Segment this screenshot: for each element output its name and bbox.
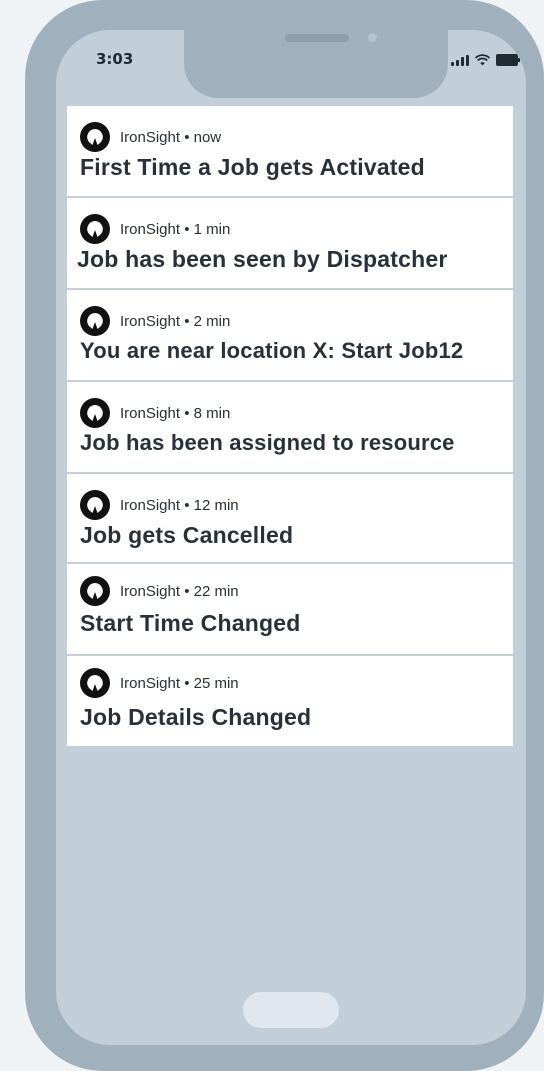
notification-meta: IronSight • 2 min: [80, 306, 230, 336]
ironsight-app-icon: [80, 490, 110, 520]
wifi-icon: [475, 54, 490, 66]
notification-card[interactable]: IronSight • 25 min Job Details Changed: [67, 656, 513, 746]
notification-source-time: IronSight • 12 min: [120, 496, 239, 514]
notification-card[interactable]: IronSight • 12 min Job gets Cancelled: [67, 474, 513, 562]
notification-title: Job has been assigned to resource: [80, 430, 455, 455]
notification-source-time: IronSight • 8 min: [120, 404, 231, 422]
ironsight-app-icon: [80, 122, 110, 152]
home-indicator[interactable]: [243, 992, 339, 1028]
notification-card[interactable]: IronSight • now First Time a Job gets Ac…: [67, 106, 513, 196]
notification-source-time: IronSight • now: [120, 128, 222, 146]
status-icons: [451, 54, 520, 66]
ironsight-app-icon: [80, 398, 110, 428]
notification-source-time: IronSight • 2 min: [120, 312, 231, 330]
notification-meta: IronSight • 1 min: [80, 214, 230, 244]
ironsight-app-icon: [80, 576, 110, 606]
notification-source-time: IronSight • 1 min: [120, 220, 231, 238]
notification-meta: IronSight • 8 min: [80, 398, 230, 428]
notch: [184, 30, 448, 98]
ironsight-app-icon: [80, 214, 110, 244]
notification-card[interactable]: IronSight • 8 min Job has been assigned …: [67, 382, 513, 472]
battery-icon: [496, 54, 520, 66]
notification-meta: IronSight • 12 min: [80, 490, 239, 520]
ironsight-app-icon: [80, 668, 110, 698]
notification-meta: IronSight • now: [80, 122, 221, 152]
notification-title: Start Time Changed: [80, 610, 301, 636]
notification-list: IronSight • now First Time a Job gets Ac…: [67, 106, 513, 748]
notification-meta: IronSight • 22 min: [80, 576, 239, 606]
notification-source-time: IronSight • 22 min: [120, 582, 239, 600]
notification-title: First Time a Job gets Activated: [80, 154, 425, 180]
front-camera: [368, 33, 377, 42]
notification-title: Job gets Cancelled: [80, 522, 294, 548]
ironsight-app-icon: [80, 306, 110, 336]
notification-title: You are near location X: Start Job12: [80, 338, 464, 363]
notification-source-time: IronSight • 25 min: [120, 674, 239, 692]
status-time: 3:03: [96, 50, 134, 68]
notification-meta: IronSight • 25 min: [80, 668, 239, 698]
notification-title: Job has been seen by Dispatcher: [77, 246, 448, 272]
notification-card[interactable]: IronSight • 1 min Job has been seen by D…: [67, 198, 513, 288]
notification-card[interactable]: IronSight • 2 min You are near location …: [67, 290, 513, 380]
notification-card[interactable]: IronSight • 22 min Start Time Changed: [67, 564, 513, 654]
notification-title: Job Details Changed: [80, 704, 312, 730]
speaker-grille: [285, 34, 349, 42]
signal-icon: [451, 55, 469, 66]
